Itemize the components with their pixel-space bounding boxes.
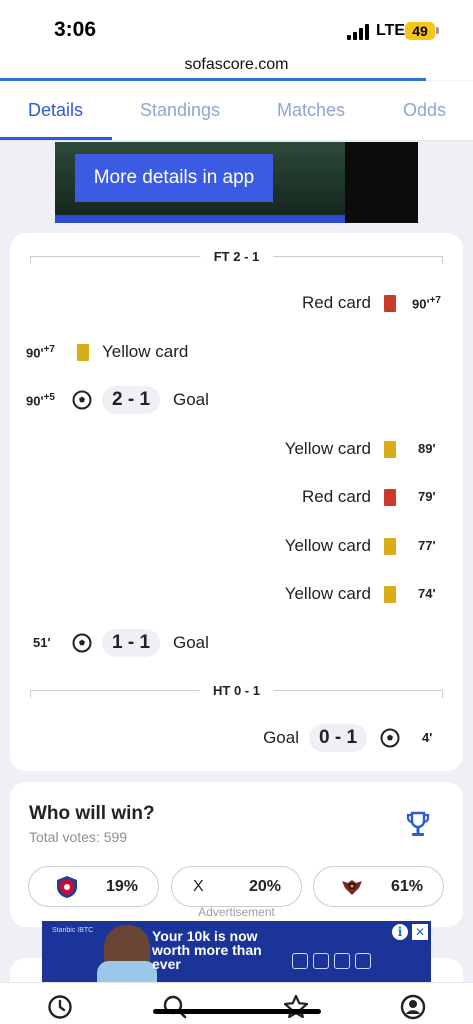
football-icon [72,390,92,410]
incident-minute: 79' [418,489,436,504]
red-card-icon [384,295,396,312]
away-team-crest-icon [342,880,362,895]
tab-matches[interactable]: Matches [277,100,345,121]
tab-standings[interactable]: Standings [140,100,220,121]
yellow-card-icon [384,538,396,555]
incident-minute: 90'+7 [412,295,441,312]
incident-text: Yellow card [284,439,371,458]
ad-brand: Stanbic IBTC [52,927,94,934]
advertisement-label: Advertisement [198,905,275,919]
full-time-label: FT 2 - 1 [199,249,274,264]
match-tabs: Details Standings Matches Odds [0,81,473,141]
bottom-navigation [0,982,473,1024]
status-bar: 3:06 LTE 49 [0,0,473,50]
top-advertisement[interactable]: More details in app [55,142,418,223]
incident-goal[interactable]: 90'+5 2 - 1 Goal [10,386,463,414]
incident-minute: 77' [418,538,436,553]
home-team-crest-icon [57,876,77,898]
score-pill: 0 - 1 [309,724,368,752]
half-time-label: HT 0 - 1 [199,683,274,698]
bottom-advertisement[interactable]: Stanbic IBTC Your 10k is now worth more … [42,921,431,982]
draw-label: X [193,878,204,895]
network-type: LTE [376,22,406,39]
incident-text: Goal [173,633,209,652]
status-time: 3:06 [54,18,97,41]
battery-tip [436,27,439,34]
ad-close-icon[interactable]: ✕ [412,924,428,940]
incident-text: Yellow card [102,342,189,361]
incident-minute: 89' [418,441,436,456]
incident-text: Goal [173,390,209,409]
incidents-card: FT 2 - 1 Red card 90'+7 90'+7 Yellow car… [10,233,463,771]
incident-red-card[interactable]: Red card 90'+7 [10,289,463,317]
full-time-divider: FT 2 - 1 [30,249,443,265]
ad-feature-icons [292,953,402,969]
incident-text: Red card [302,293,371,312]
incident-minute: 51' [33,635,51,650]
total-votes: Total votes: 599 [29,829,128,845]
football-icon [380,728,400,748]
tab-details[interactable]: Details [28,100,83,121]
incident-yellow-card[interactable]: Yellow card 74' [10,580,463,608]
ad-person-shirt [97,961,157,982]
incident-text: Yellow card [284,536,371,555]
clock-icon[interactable] [47,994,73,1020]
vote-draw-button[interactable]: X 20% [171,866,302,907]
incident-yellow-card[interactable]: Yellow card 77' [10,532,463,560]
ad-dark-panel [345,142,418,223]
ad-headline: Your 10k is now worth more than ever [152,928,262,972]
incident-text: Goal [263,728,299,747]
red-card-icon [384,489,396,506]
vote-percent: 20% [248,878,281,895]
incident-red-card[interactable]: Red card 79' [10,483,463,511]
football-icon [72,633,92,653]
incident-goal[interactable]: 51' 1 - 1 Goal [10,629,463,657]
browser-url-bar[interactable]: sofascore.com [0,50,473,80]
who-will-win-title: Who will win? [29,803,155,824]
signal-icon [347,24,369,40]
yellow-card-icon [77,344,89,361]
vote-away-button[interactable]: 61% [313,866,444,907]
vote-percent: 61% [390,878,423,895]
trophy-icon[interactable] [405,810,431,840]
battery-icon: 49 [405,22,435,40]
profile-icon[interactable] [400,994,426,1020]
incident-yellow-card[interactable]: 90'+7 Yellow card [10,338,463,366]
incident-text: Yellow card [284,584,371,603]
home-indicator [153,1009,321,1014]
vote-home-button[interactable]: 19% [28,866,159,907]
tab-odds[interactable]: Odds [403,100,446,121]
incident-yellow-card[interactable]: Yellow card 89' [10,435,463,463]
star-icon[interactable] [283,994,309,1020]
more-details-in-app-button[interactable]: More details in app [75,154,273,202]
incident-goal[interactable]: Goal 0 - 1 4' [10,724,463,752]
score-pill: 1 - 1 [102,629,161,657]
url-text[interactable]: sofascore.com [0,56,473,74]
incident-minute: 90'+5 [26,392,55,409]
vote-percent: 19% [105,878,138,895]
active-tab-indicator [0,137,112,140]
incident-text: Red card [302,487,371,506]
incident-minute: 90'+7 [26,344,55,361]
incident-minute: 4' [422,730,433,745]
yellow-card-icon [384,441,396,458]
incident-minute: 74' [418,586,436,601]
score-pill: 2 - 1 [102,386,161,414]
half-time-divider: HT 0 - 1 [30,683,443,699]
yellow-card-icon [384,586,396,603]
search-icon[interactable] [162,994,188,1020]
ad-info-icon[interactable]: i [392,924,408,940]
